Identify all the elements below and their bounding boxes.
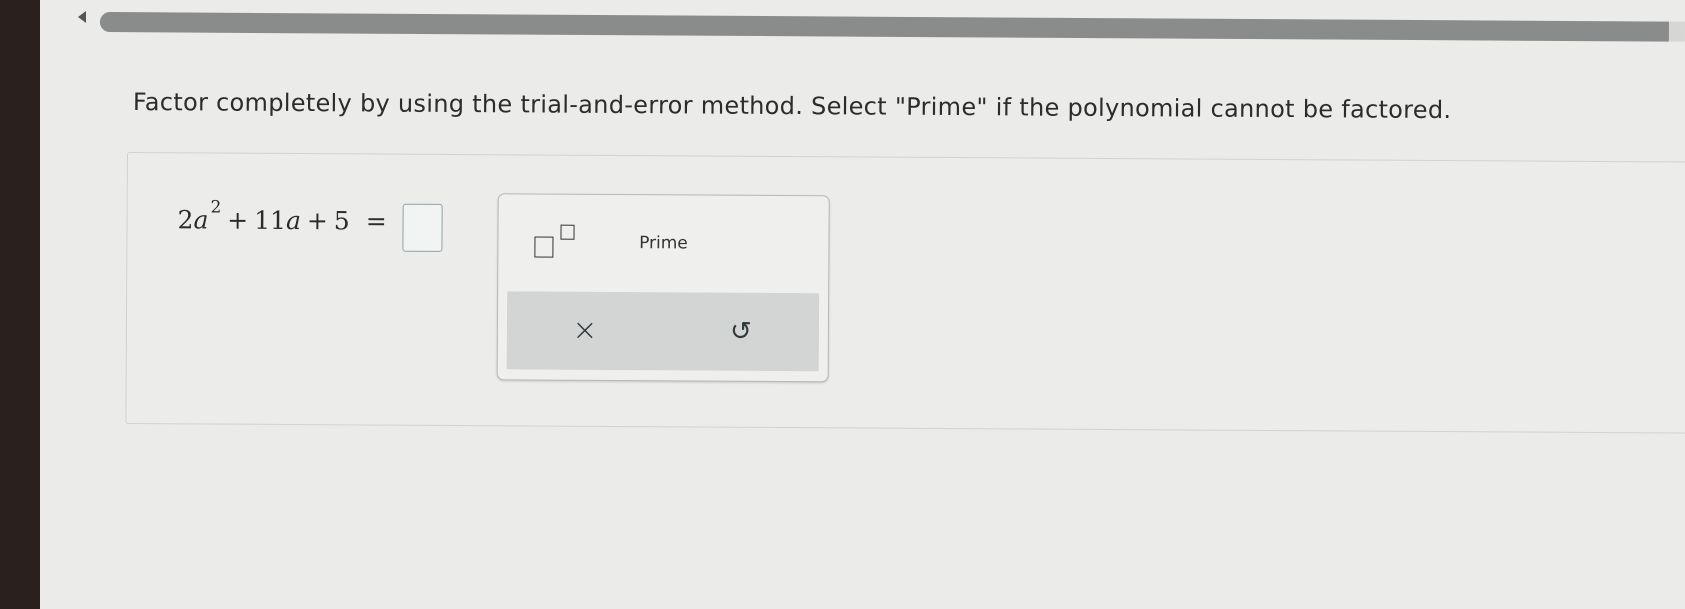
- plus-operator: +: [306, 206, 328, 236]
- clear-button[interactable]: ×: [507, 291, 663, 370]
- equals-sign: =: [365, 206, 387, 236]
- math-palette: Prime × ↺: [496, 193, 830, 383]
- question-panel: 2a2 + 11 a + 5 = Prime × ↺: [125, 152, 1685, 434]
- polynomial-equation: 2a2 + 11 a + 5 =: [177, 198, 392, 236]
- superscript-template-icon: [534, 236, 554, 258]
- constant-term: 5: [333, 206, 350, 236]
- undo-icon: ↺: [729, 316, 752, 347]
- superscript-exponent-box: [560, 224, 575, 240]
- prime-button[interactable]: Prime: [618, 223, 708, 264]
- term-coefficient: 11: [254, 205, 287, 235]
- term-variable: a: [193, 205, 209, 235]
- chevron-left-icon[interactable]: [78, 11, 86, 23]
- undo-button[interactable]: ↺: [663, 292, 819, 371]
- answer-input[interactable]: [402, 203, 443, 252]
- plus-operator: +: [227, 205, 249, 235]
- term-coefficient: 2: [177, 205, 194, 235]
- superscript-template-button[interactable]: [534, 222, 594, 262]
- monitor-bezel: [0, 0, 40, 609]
- screenshot-frame: Factor completely by using the trial-and…: [0, 0, 1685, 609]
- close-icon: ×: [572, 312, 598, 348]
- term-exponent: 2: [210, 197, 222, 218]
- term-variable: a: [285, 205, 301, 236]
- palette-action-bar: × ↺: [506, 291, 820, 372]
- polynomial-expression: 2a2 + 11 a + 5 =: [177, 198, 392, 236]
